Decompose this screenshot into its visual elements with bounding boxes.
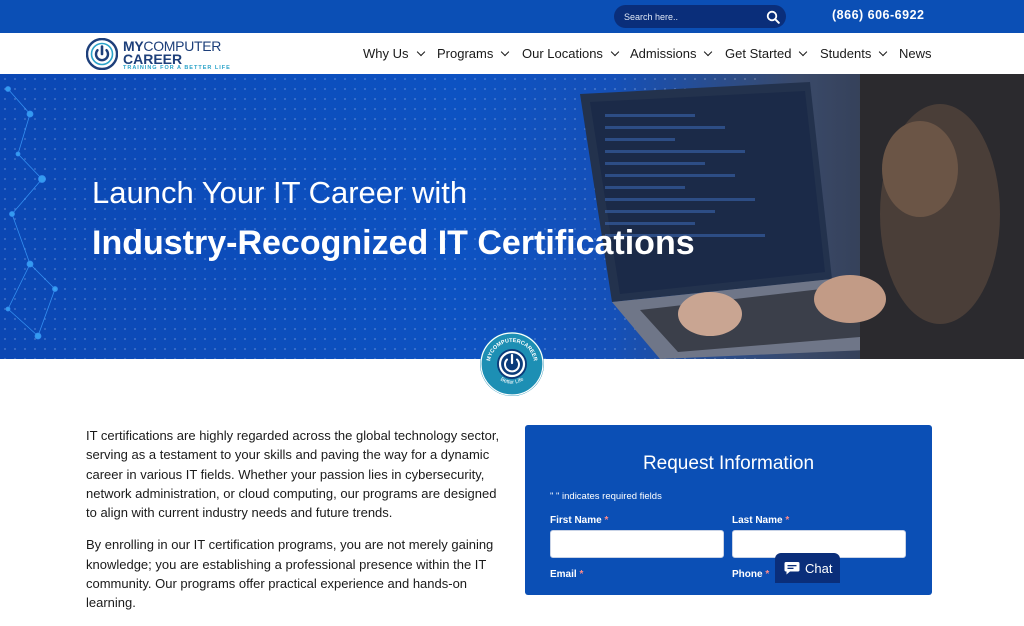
email-label: Email *	[550, 569, 584, 580]
nav-item-get-started[interactable]: Get Started	[725, 46, 808, 61]
nav-label: Why Us	[363, 46, 409, 61]
nav-label: Get Started	[725, 46, 792, 61]
chevron-down-icon	[799, 47, 808, 56]
form-title: Request Information	[642, 453, 815, 474]
nav-item-programs[interactable]: Programs	[437, 46, 510, 61]
chevron-down-icon	[501, 47, 510, 56]
nav-label: News	[899, 46, 932, 61]
nav-label: Admissions	[630, 46, 697, 61]
nav-item-our-locations[interactable]: Our Locations	[522, 46, 620, 61]
nav-item-why-us[interactable]: Why Us	[363, 46, 425, 61]
logo-tagline: TRAINING FOR A BETTER LIFE	[123, 65, 231, 71]
search-icon[interactable]	[766, 10, 780, 24]
site-logo[interactable]: MYCOMPUTER CAREER TRAINING FOR A BETTER …	[86, 36, 236, 71]
laptop-photo	[580, 74, 1024, 359]
chevron-down-icon	[610, 47, 620, 56]
phone-number-link[interactable]: (866) 606-6922	[832, 8, 924, 22]
nav-label: Students	[820, 46, 872, 61]
chevron-down-icon	[879, 47, 888, 56]
chat-label: Chat	[805, 560, 833, 576]
nav-item-admissions[interactable]: Admissions	[630, 46, 713, 61]
search-input[interactable]	[624, 8, 764, 25]
chat-bubble-icon	[784, 562, 800, 575]
nav-item-news[interactable]: News	[899, 46, 932, 61]
request-info-form: Request Information " " indicates requir…	[525, 425, 932, 595]
network-graphic	[5, 86, 58, 340]
chevron-down-icon	[704, 47, 713, 56]
hero-heading-line2: Industry-Recognized IT Certifications	[92, 224, 695, 262]
intro-copy: IT certifications are highly regarded ac…	[86, 426, 506, 626]
site-header: MYCOMPUTER CAREER TRAINING FOR A BETTER …	[0, 33, 1024, 74]
hero-heading-line1: Launch Your IT Career with	[92, 175, 468, 210]
brand-badge: MYCOMPUTERCAREER Better Life	[480, 332, 544, 396]
phone-label: Phone *	[732, 569, 770, 580]
power-logo-icon	[86, 38, 118, 70]
required-fields-note: " " indicates required fields	[550, 491, 662, 502]
first-name-label: First Name *	[550, 515, 609, 526]
nav-item-students[interactable]: Students	[820, 46, 888, 61]
intro-paragraph-1: IT certifications are highly regarded ac…	[86, 428, 500, 521]
first-name-field[interactable]	[550, 530, 724, 558]
nav-label: Programs	[437, 46, 494, 61]
search-box[interactable]	[614, 5, 786, 28]
top-bar: (866) 606-6922	[0, 0, 1024, 33]
last-name-label: Last Name *	[732, 515, 790, 526]
hero-banner: Launch Your IT Career with Industry-Reco…	[0, 74, 1024, 359]
nav-label: Our Locations	[522, 46, 603, 61]
chevron-down-icon	[416, 47, 425, 56]
intro-paragraph-2: By enrolling in our IT certification pro…	[86, 537, 494, 611]
